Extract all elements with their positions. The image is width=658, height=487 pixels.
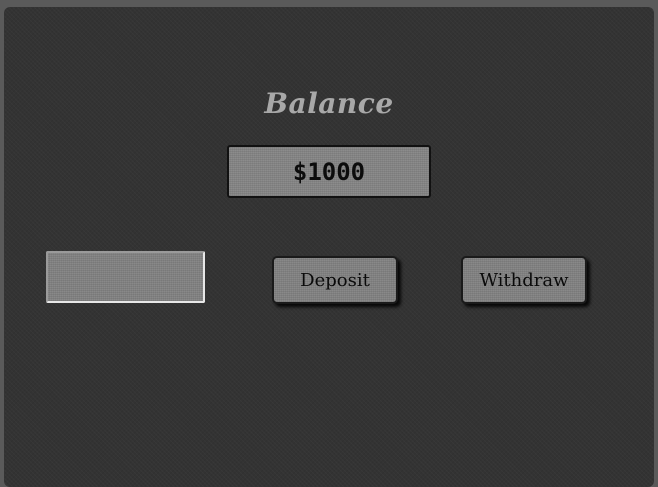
withdraw-button[interactable]: Withdraw	[461, 256, 587, 304]
balance-amount: $1000	[292, 157, 366, 186]
balance-display: $1000	[227, 145, 431, 198]
withdraw-button-label: Withdraw	[479, 269, 569, 291]
deposit-button-label: Deposit	[300, 269, 370, 291]
app-panel: Balance $1000 Deposit Withdraw	[4, 7, 654, 487]
page-title: Balance	[264, 87, 394, 120]
deposit-button[interactable]: Deposit	[272, 256, 398, 304]
amount-input[interactable]	[46, 251, 205, 303]
